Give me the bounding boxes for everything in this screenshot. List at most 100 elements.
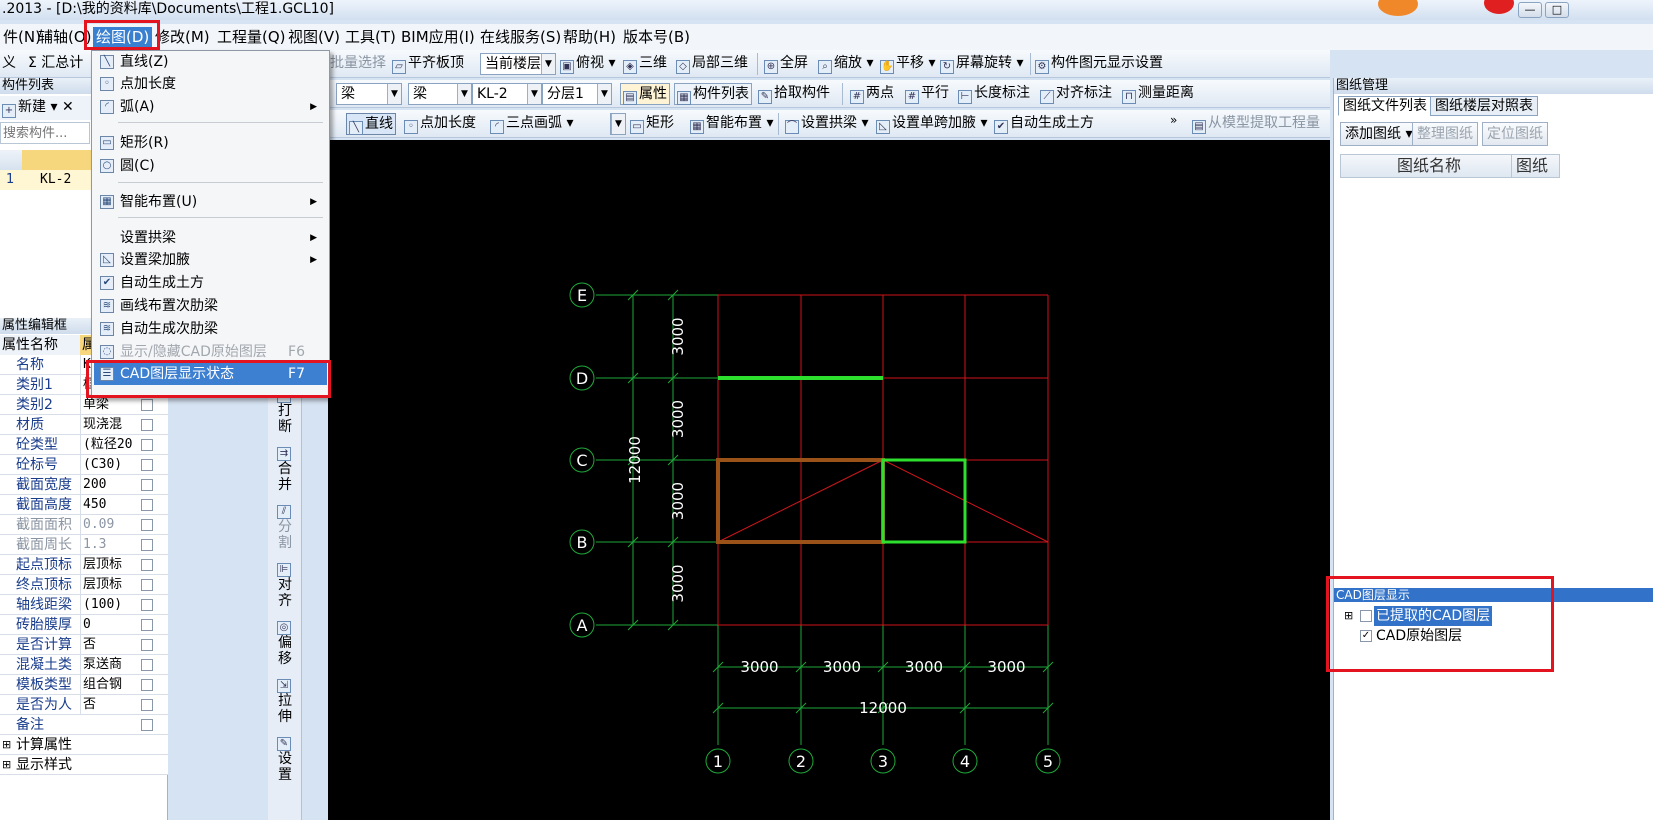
property-row[interactable]: 备注	[0, 715, 168, 735]
flush-top-button[interactable]: ▱ 平齐板顶	[392, 53, 464, 75]
property-checkbox[interactable]	[141, 659, 153, 671]
component-select[interactable]: KL-2 ▼	[472, 83, 542, 105]
point-length-button[interactable]: ◦ 点加长度	[404, 113, 476, 135]
menu-view[interactable]: 视图(V)	[285, 27, 343, 47]
property-row[interactable]: 是否为人否	[0, 695, 168, 715]
property-value[interactable]: 450	[80, 495, 138, 515]
length-dimension-button[interactable]: ⊢ 长度标注	[958, 83, 1030, 105]
locate-drawing-button[interactable]: 定位图纸	[1482, 122, 1548, 146]
delete-component-button[interactable]: ✕	[62, 97, 74, 119]
drawing-canvas[interactable]: E D C B A 1 2 3 4 5 3000 3000 3000 3000 3000 3000 3000 30…	[328, 140, 1330, 820]
two-points-button[interactable]: # 两点	[850, 83, 894, 105]
draw-line-button[interactable]: ╲ 直线	[346, 113, 396, 135]
arch-beam-button[interactable]: ⌒ 设置拱梁 ▾	[785, 113, 868, 135]
property-checkbox[interactable]	[141, 639, 153, 651]
layer-select[interactable]: 分层1 ▼	[542, 83, 612, 105]
property-row[interactable]: 起点顶标 层顶标	[0, 555, 168, 575]
property-checkbox[interactable]	[141, 559, 153, 571]
zoom-button[interactable]: ⌕ 缩放 ▾	[818, 53, 873, 75]
type-select[interactable]: 梁 ▼	[336, 83, 402, 105]
property-row[interactable]: 砼类型 (粒径20	[0, 435, 168, 455]
table-row[interactable]: 1 KL-2	[0, 170, 92, 190]
property-row[interactable]: 砖胎膜厚 0	[0, 615, 168, 635]
property-checkbox[interactable]	[141, 419, 153, 431]
measure-distance-button[interactable]: ⊓ 测量距离	[1122, 83, 1194, 105]
menu-help[interactable]: 帮助(H)	[560, 27, 619, 47]
new-component-button[interactable]: + 新建 ▾	[2, 97, 57, 119]
rectangle-button[interactable]: ▭ 矩形	[630, 113, 674, 135]
search-input[interactable]	[0, 122, 90, 144]
property-checkbox[interactable]	[141, 579, 153, 591]
stretch-button[interactable]: ⇲ 拉伸	[274, 674, 296, 725]
merge-button[interactable]: ⇉ 合并	[274, 442, 296, 493]
maximize-button[interactable]: □	[1545, 2, 1569, 18]
menu-item-10[interactable]: ≋ 画线布置次肋梁	[94, 295, 327, 317]
offset-button[interactable]: ◎ 偏移	[274, 616, 296, 667]
menu-item-7[interactable]: 设置拱梁 ▶	[94, 227, 327, 249]
menu-tools[interactable]: 工具(T)	[342, 27, 399, 47]
align-button[interactable]: ⊫ 对齐	[274, 558, 296, 609]
split-button[interactable]: ⫽ 分割	[274, 500, 296, 551]
menu-item-1[interactable]: ╲ 直线(Z)	[94, 51, 327, 73]
property-value[interactable]: 现浇混	[80, 415, 138, 435]
property-value[interactable]: 0.09	[80, 515, 138, 535]
property-row[interactable]: 材质 现浇混	[0, 415, 168, 435]
property-row[interactable]: 截面高度 450	[0, 495, 168, 515]
minimize-button[interactable]: —	[1518, 2, 1542, 18]
property-value[interactable]: (C30)	[80, 455, 138, 475]
more-chevron-icon[interactable]: »	[1170, 110, 1177, 132]
settings-button[interactable]: ✎ 设置	[274, 732, 296, 783]
help-badge-icon[interactable]	[1484, 0, 1514, 14]
display-settings-button[interactable]: ⚙ 构件图元显示设置	[1035, 53, 1163, 75]
floor-select[interactable]: 当前楼层 ▼	[480, 53, 556, 75]
property-checkbox[interactable]	[141, 699, 153, 711]
pick-component-button[interactable]: ✎ 拾取构件	[758, 83, 830, 105]
menu-online[interactable]: 在线服务(S)	[477, 27, 564, 47]
property-checkbox[interactable]	[141, 479, 153, 491]
property-value[interactable]: 否	[80, 695, 138, 715]
property-value[interactable]: 组合钢	[80, 675, 138, 695]
menu-version[interactable]: 版本号(B)	[620, 27, 693, 47]
property-row[interactable]: 轴线距梁 (100)	[0, 595, 168, 615]
group-calc-attributes[interactable]: ⊞ 计算属性	[0, 735, 168, 755]
auto-earthwork-button[interactable]: ✔ 自动生成土方	[994, 113, 1094, 135]
menu-item-8[interactable]: ◺ 设置梁加腋 ▶	[94, 249, 327, 271]
menu-item-3[interactable]: ◜ 弧(A) ▶	[94, 96, 327, 118]
property-row[interactable]: 截面面积 0.09	[0, 515, 168, 535]
property-checkbox[interactable]	[141, 439, 153, 451]
menu-quantity[interactable]: 工程量(Q)	[214, 27, 289, 47]
attribute-button[interactable]: ▤ 属性	[620, 83, 670, 105]
extract-quantity-button[interactable]: ▤ 从模型提取工程量	[1192, 113, 1320, 135]
tab-drawing-files[interactable]: 图纸文件列表	[1338, 96, 1432, 116]
property-row[interactable]: 截面周长 1.3	[0, 535, 168, 555]
property-checkbox[interactable]	[141, 599, 153, 611]
property-row[interactable]: 类别2 单梁	[0, 395, 168, 415]
property-value[interactable]: (粒径20	[80, 435, 138, 455]
menu-item-11[interactable]: ≋ 自动生成次肋梁	[94, 318, 327, 340]
fullscreen-button[interactable]: ⊕ 全屏	[764, 53, 808, 75]
property-value[interactable]: 层顶标	[80, 575, 138, 595]
menu-item-6[interactable]: ▦ 智能布置(U) ▶	[94, 191, 327, 213]
property-row[interactable]: 混凝土类 泵送商	[0, 655, 168, 675]
menu-bim[interactable]: BIM应用(I)	[398, 27, 478, 47]
property-checkbox[interactable]	[141, 459, 153, 471]
property-row[interactable]: 模板类型 组合钢	[0, 675, 168, 695]
component-list-button[interactable]: ▦ 构件列表	[674, 83, 752, 105]
group-display-style[interactable]: ⊞ 显示样式	[0, 755, 168, 775]
organize-drawings-button[interactable]: 整理图纸	[1412, 122, 1478, 146]
single-span-haunch-button[interactable]: ◺ 设置单跨加腋 ▾	[876, 113, 987, 135]
batch-select-button[interactable]: 批量选择	[330, 53, 386, 75]
tab-floor-mapping[interactable]: 图纸楼层对照表	[1430, 96, 1538, 116]
property-value[interactable]: 单梁	[80, 395, 138, 415]
property-checkbox[interactable]	[141, 719, 153, 731]
property-value[interactable]: 层顶标	[80, 555, 138, 575]
menu-item-5[interactable]: ○ 圆(C)	[94, 155, 327, 177]
top-view-button[interactable]: ▣ 俯视 ▾	[560, 53, 615, 75]
property-value[interactable]: 泵送商	[80, 655, 138, 675]
menu-item-2[interactable]: ◦ 点加长度	[94, 73, 327, 95]
property-row[interactable]: 砼标号 (C30)	[0, 455, 168, 475]
add-drawing-button[interactable]: 添加图纸 ▾	[1340, 122, 1418, 146]
property-value[interactable]: 否	[80, 635, 138, 655]
property-checkbox[interactable]	[141, 519, 153, 531]
property-value[interactable]: (100)	[80, 595, 138, 615]
